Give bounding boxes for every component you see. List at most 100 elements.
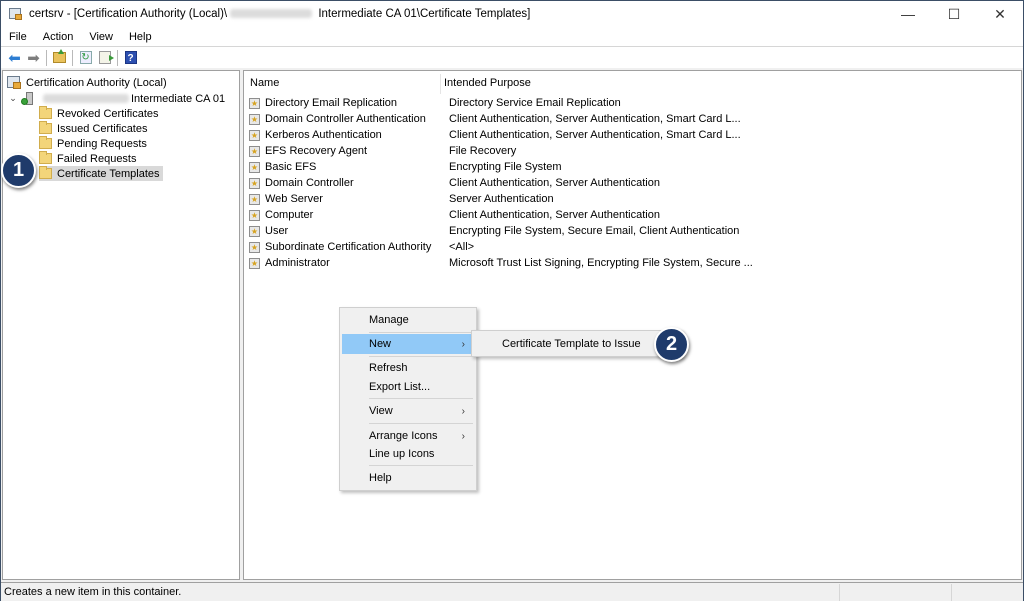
menu-item-new[interactable]: New › [342, 334, 474, 354]
help-button[interactable]: ? [121, 49, 140, 67]
minimize-button[interactable]: — [885, 1, 931, 27]
maximize-button[interactable]: ☐ [931, 1, 977, 27]
status-bar: Creates a new item in this container. [1, 582, 1023, 601]
template-purpose: File Recovery [449, 145, 517, 157]
redacted-org-name [230, 9, 313, 19]
list-row[interactable]: ★ Web Server Server Authentication [249, 191, 554, 207]
forward-arrow-icon[interactable]: ➡ [24, 49, 43, 67]
tree-item-revoked-certificates[interactable]: Revoked Certificates [39, 106, 159, 121]
list-row[interactable]: ★ Administrator Microsoft Trust List Signi… [249, 255, 753, 271]
certificate-template-icon: ★ [249, 145, 260, 157]
submenu-arrow-icon: › [461, 338, 465, 350]
submenu-arrow-icon: › [461, 430, 465, 442]
list-row[interactable]: ★ Computer Client Authentication, Server A… [249, 207, 660, 223]
up-folder-button[interactable] [50, 49, 69, 67]
refresh-button[interactable]: ↻ [76, 49, 95, 67]
tree-ca-label: Intermediate CA 01 [131, 92, 226, 105]
menu-item-label: Manage [369, 314, 409, 326]
template-purpose: Microsoft Trust List Signing, Encrypting… [449, 257, 753, 269]
menu-file[interactable]: File [1, 31, 35, 43]
tree-ca-node[interactable]: ⌄ Intermediate CA 01 [7, 91, 225, 106]
template-purpose: Encrypting File System, Secure Email, Cl… [449, 225, 740, 237]
template-name: Basic EFS [265, 161, 317, 173]
toolbar-separator [117, 49, 118, 66]
list-row[interactable]: ★ Domain Controller Authentication Client … [249, 111, 741, 127]
up-folder-icon [53, 49, 66, 63]
tree-item-issued-certificates[interactable]: Issued Certificates [39, 121, 147, 136]
tree-item-label: Certificate Templates [57, 167, 160, 180]
menu-action[interactable]: Action [35, 31, 82, 43]
template-purpose: Client Authentication, Server Authentica… [449, 113, 741, 125]
refresh-icon: ↻ [79, 51, 92, 64]
tree-item-certificate-templates[interactable]: Certificate Templates [39, 166, 163, 181]
tree-item-label: Failed Requests [57, 152, 137, 165]
menu-item-label: New [369, 338, 392, 350]
template-name: Domain Controller [265, 177, 354, 189]
template-purpose: Client Authentication, Server Authentica… [449, 177, 660, 189]
tree-item-label: Revoked Certificates [57, 107, 159, 120]
list-row[interactable]: ★ Subordinate Certification Authority <All… [249, 239, 474, 255]
export-list-button[interactable] [95, 49, 114, 67]
menu-separator [369, 398, 473, 399]
tree-root-label: Certification Authority (Local) [26, 76, 167, 89]
expand-chevron-icon[interactable]: ⌄ [7, 93, 19, 104]
menu-item-label: Certificate Template to Issue [502, 338, 641, 350]
menu-item-label: Refresh [369, 362, 408, 374]
redacted-org-name [43, 94, 129, 103]
tree-item-label: Pending Requests [57, 137, 147, 150]
menu-item-label: Arrange Icons [369, 430, 438, 442]
list-row[interactable]: ★ Domain Controller Client Authentication,… [249, 175, 660, 191]
template-purpose: Encrypting File System [449, 161, 562, 173]
menu-item-arrange-icons[interactable]: Arrange Icons › [342, 426, 474, 446]
console-tree: Certification Authority (Local) ⌄ Interm… [2, 70, 240, 580]
title-bar: certsrv - [Certification Authority (Loca… [1, 1, 1023, 27]
column-header-name[interactable]: Name [250, 77, 279, 89]
template-name: Directory Email Replication [265, 97, 398, 109]
window-title: certsrv - [Certification Authority (Loca… [29, 8, 530, 20]
menu-item-label: View [369, 405, 393, 417]
certsrv-app-icon [9, 7, 23, 21]
mmc-window: certsrv - [Certification Authority (Loca… [0, 0, 1024, 601]
tree-item-failed-requests[interactable]: Failed Requests [39, 151, 137, 166]
folder-icon [39, 151, 52, 164]
menu-item-line-up-icons[interactable]: Line up Icons [342, 444, 474, 464]
export-list-icon [98, 51, 114, 64]
menu-item-export-list[interactable]: Export List... [342, 377, 474, 397]
list-row[interactable]: ★ Directory Email Replication Directory Se… [249, 95, 621, 111]
menu-item-label: Export List... [369, 381, 431, 393]
tree-root[interactable]: Certification Authority (Local) [7, 75, 167, 90]
list-row[interactable]: ★ User Encrypting File System, Secure Emai… [249, 223, 739, 239]
close-button[interactable]: ✕ [977, 1, 1023, 27]
menu-item-view[interactable]: View › [342, 401, 474, 421]
ca-server-icon [21, 91, 35, 106]
menu-item-certificate-template-to-issue[interactable]: Certificate Template to Issue [474, 334, 679, 354]
menu-view[interactable]: View [81, 31, 121, 43]
template-name: Subordinate Certification Authority [265, 241, 432, 253]
template-name: Web Server [265, 193, 323, 205]
menu-item-manage[interactable]: Manage [342, 310, 474, 330]
menu-item-help[interactable]: Help [342, 468, 474, 488]
certificate-template-icon: ★ [249, 97, 260, 109]
certificate-template-icon: ★ [249, 225, 260, 237]
tree-item-pending-requests[interactable]: Pending Requests [39, 136, 147, 151]
tree-item-label: Issued Certificates [57, 122, 148, 135]
console-body: Certification Authority (Local) ⌄ Interm… [1, 68, 1023, 582]
menu-help[interactable]: Help [121, 31, 160, 43]
list-row[interactable]: ★ Kerberos Authentication Client Authentic… [249, 127, 741, 143]
list-row[interactable]: ★ EFS Recovery Agent File Recovery [249, 143, 516, 159]
column-divider[interactable] [440, 74, 441, 94]
template-purpose: Client Authentication, Server Authentica… [449, 129, 741, 141]
menu-item-refresh[interactable]: Refresh [342, 358, 474, 378]
certificate-template-icon: ★ [249, 209, 260, 221]
folder-icon [39, 121, 52, 134]
list-row[interactable]: ★ Basic EFS Encrypting File System [249, 159, 561, 175]
certificate-template-icon: ★ [249, 161, 260, 173]
context-menu: Manage New › Refresh Export List... View ›… [339, 307, 477, 491]
menu-item-label: Help [369, 472, 392, 484]
folder-icon [39, 166, 52, 179]
template-name: Domain Controller Authentication [265, 113, 426, 125]
column-header-intended-purpose[interactable]: Intended Purpose [444, 77, 531, 89]
back-arrow-icon[interactable]: ⬅ [5, 49, 24, 67]
certification-authority-icon [7, 75, 21, 90]
template-name: Kerberos Authentication [265, 129, 382, 141]
